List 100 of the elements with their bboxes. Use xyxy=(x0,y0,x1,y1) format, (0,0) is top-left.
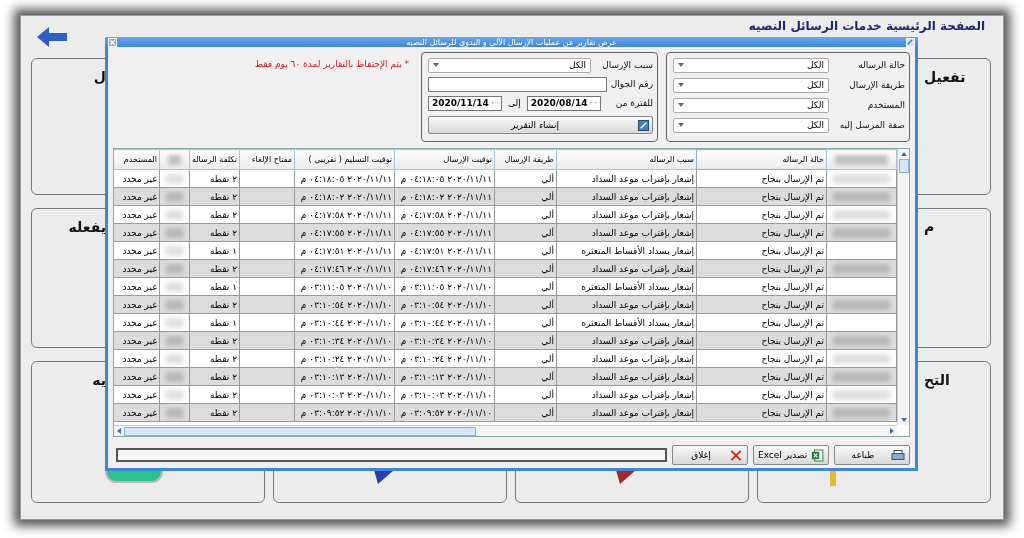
table-cell: إشعار بإقتراب موعد السداد xyxy=(591,371,694,382)
table-cell: ٢ نقطه xyxy=(210,299,237,310)
table-cell: تم الإرسال بنجاح xyxy=(761,317,824,328)
tile-label: يفعله xyxy=(68,219,106,235)
table-cell: ٢٠٢٠/١١/١١ ٠٤:١٧:٥٨ م xyxy=(400,209,492,220)
table-cell: تم الإرسال بنجاح xyxy=(761,191,824,202)
table-cell: ٢ نقطه xyxy=(210,407,237,418)
table-cell: ألي xyxy=(541,317,554,328)
table-cell: إشعار بإقتراب موعد السداد xyxy=(591,389,694,400)
table-cell: ألي xyxy=(541,335,554,346)
field-label: المستخدم xyxy=(866,100,905,110)
table-cell: ألي xyxy=(541,299,554,310)
table-cell: ٢٠٢٠/١١/١٠ ٠٣:١٠:٥٤ م xyxy=(400,299,492,310)
table-cell: ٢٠٢٠/١١/١٠ ٠٣:١٠:٣٤ م xyxy=(300,335,392,346)
table-cell: غير محدد xyxy=(122,227,157,238)
table-cell: ٢٠٢٠/١١/١١ ٠٤:١٨:٠٥ م xyxy=(400,173,492,184)
tile-label: التح xyxy=(924,372,950,388)
table-cell: ٢ نقطه xyxy=(210,263,237,274)
table-cell: ألي xyxy=(541,353,554,364)
table-cell: ٢٠٢٠/١١/١١ ٠٤:١٧:٤٦ م xyxy=(300,263,392,274)
table-cell: ٢٠٢٠/١١/١١ ٠٤:١٧:٥٥ م xyxy=(400,227,492,238)
field-label: سبب الإرسال xyxy=(601,60,653,70)
table-cell: ٢٠٢٠/١١/١٠ ٠٣:١٠:٣٤ م xyxy=(400,335,492,346)
table-cell: ٢٠٢٠/١١/١١ ٠٤:١٨:٠٥ م xyxy=(300,173,392,184)
field-label: للفترة من xyxy=(614,98,653,108)
table-cell: تم الإرسال بنجاح xyxy=(761,173,824,184)
table-cell: ٢٠٢٠/١١/١٠ ٠٣:١٠:٤٤ م xyxy=(400,317,492,328)
table-cell: ٢ نقطه xyxy=(210,389,237,400)
table-cell: ٢ نقطه xyxy=(210,353,237,364)
table-cell: ألي xyxy=(541,173,554,184)
table-cell: ٢٠٢٠/١١/١٠ ٠٣:١٠:٠٣ م xyxy=(300,389,392,400)
tile-label: يه xyxy=(92,372,106,388)
table-cell: ألي xyxy=(541,245,554,256)
field-label: إلى xyxy=(508,98,521,108)
table-cell: ٢٠٢٠/١١/١٠ ٠٣:١٠:٢٤ م xyxy=(300,353,392,364)
table-cell: ٢٠٢٠/١١/١٠ ٠٣:٠٩:٥٢ م xyxy=(300,407,392,418)
table-cell: ٢٠٢٠/١١/١٠ ٠٣:١١:٠٥ م xyxy=(300,281,392,292)
table-cell: ألي xyxy=(541,281,554,292)
table-cell: ألي xyxy=(541,263,554,274)
table-cell: إشعار بإقتراب موعد السداد xyxy=(591,173,694,184)
table-cell: إشعار بإقتراب موعد السداد xyxy=(591,335,694,346)
table-cell: إشعار بإقتراب موعد السداد xyxy=(591,299,694,310)
table-cell: تم الإرسال بنجاح xyxy=(761,263,824,274)
table-cell: تم الإرسال بنجاح xyxy=(761,371,824,382)
tile-label: م xyxy=(924,219,935,235)
table-cell: تم الإرسال بنجاح xyxy=(761,407,824,418)
table-cell: ١ نقطه xyxy=(210,245,237,256)
table-cell: تم الإرسال بنجاح xyxy=(761,281,824,292)
table-cell: تم الإرسال بنجاح xyxy=(761,353,824,364)
table-cell: ٢٠٢٠/١١/١٠ ٠٣:١٠:٠٣ م xyxy=(400,389,492,400)
table-cell: ٢٠٢٠/١١/١٠ ٠٣:١٠:٤٤ م xyxy=(300,317,392,328)
table-cell: ٢٠٢٠/١١/١٠ ٠٣:١٠:١٣ م xyxy=(400,371,492,382)
table-cell: ألي xyxy=(541,209,554,220)
table-cell: غير محدد xyxy=(122,209,157,220)
table-cell: غير محدد xyxy=(122,281,157,292)
table-cell: إشعار بسداد الأقساط المتعثره xyxy=(581,245,694,256)
table-cell: غير محدد xyxy=(122,173,157,184)
table-cell: ١ نقطه xyxy=(210,317,237,328)
table-cell: غير محدد xyxy=(122,389,157,400)
table-cell: ٢ نقطه xyxy=(210,227,237,238)
table-cell: غير محدد xyxy=(122,353,157,364)
table-cell: إشعار بسداد الأقساط المتعثره xyxy=(581,281,694,292)
table-cell: تم الإرسال بنجاح xyxy=(761,245,824,256)
table-cell: ٢٠٢٠/١١/١٠ ٠٣:١٠:١٣ م xyxy=(300,371,392,382)
table-cell: غير محدد xyxy=(122,263,157,274)
retention-note: * يتم الإحتفاظ بالتقارير لمدة ٦٠ يوم فقط xyxy=(254,59,409,69)
table-cell: غير محدد xyxy=(122,317,157,328)
table-cell: إشعار بسداد الأقساط المتعثره xyxy=(581,317,694,328)
table-cell: تم الإرسال بنجاح xyxy=(761,299,824,310)
table-cell: تم الإرسال بنجاح xyxy=(761,209,824,220)
table-cell: غير محدد xyxy=(122,191,157,202)
table-cell: ٢ نقطه xyxy=(210,173,237,184)
table-cell: ٢ نقطه xyxy=(210,209,237,220)
table-cell: ٢٠٢٠/١١/١١ ٠٤:١٧:٥٥ م xyxy=(300,227,392,238)
table-cell: تم الإرسال بنجاح xyxy=(761,389,824,400)
page-title: الصفحة الرئيسية خدمات الرسائل النصيه xyxy=(748,19,985,34)
table-cell: ٢ نقطه xyxy=(210,191,237,202)
tile-label: تفعيل xyxy=(924,69,966,85)
table-cell: ألي xyxy=(541,371,554,382)
table-cell: ألي xyxy=(541,227,554,238)
table-cell: إشعار بإقتراب موعد السداد xyxy=(591,263,694,274)
table-cell: غير محدد xyxy=(122,245,157,256)
table-cell: ٢٠٢٠/١١/١١ ٠٤:١٧:٥٨ م xyxy=(300,209,392,220)
table-cell: ٢ نقطه xyxy=(210,371,237,382)
table-cell: ٢٠٢٠/١١/١١ ٠٤:١٧:٥١ م xyxy=(400,245,492,256)
table-cell: غير محدد xyxy=(122,335,157,346)
table-cell: إشعار بإقتراب موعد السداد xyxy=(591,191,694,202)
table-cell: غير محدد xyxy=(122,299,157,310)
table-cell: إشعار بإقتراب موعد السداد xyxy=(591,353,694,364)
table-cell: ٢٠٢٠/١١/١١ ٠٤:١٧:٥١ م xyxy=(300,245,392,256)
field-label: صفة المرسل إليه xyxy=(838,120,905,130)
table-cell: ٢٠٢٠/١١/١٠ ٠٣:٠٩:٥٢ م xyxy=(400,407,492,418)
table-cell: ٢٠٢٠/١١/١٠ ٠٣:١١:٠٥ م xyxy=(400,281,492,292)
table-cell: تم الإرسال بنجاح xyxy=(761,227,824,238)
field-label: حالة الرساله xyxy=(857,60,905,70)
table-cell: تم الإرسال بنجاح xyxy=(761,335,824,346)
table-cell: إشعار بإقتراب موعد السداد xyxy=(591,227,694,238)
dialog-title: عرض تقارير عن عمليات الإرسال الآلي و اليدوي للرسائل النصيه xyxy=(406,37,617,47)
table-cell: ٢٠٢٠/١١/١٠ ٠٣:١٠:٥٤ م xyxy=(300,299,392,310)
table-cell: إشعار بإقتراب موعد السداد xyxy=(591,407,694,418)
